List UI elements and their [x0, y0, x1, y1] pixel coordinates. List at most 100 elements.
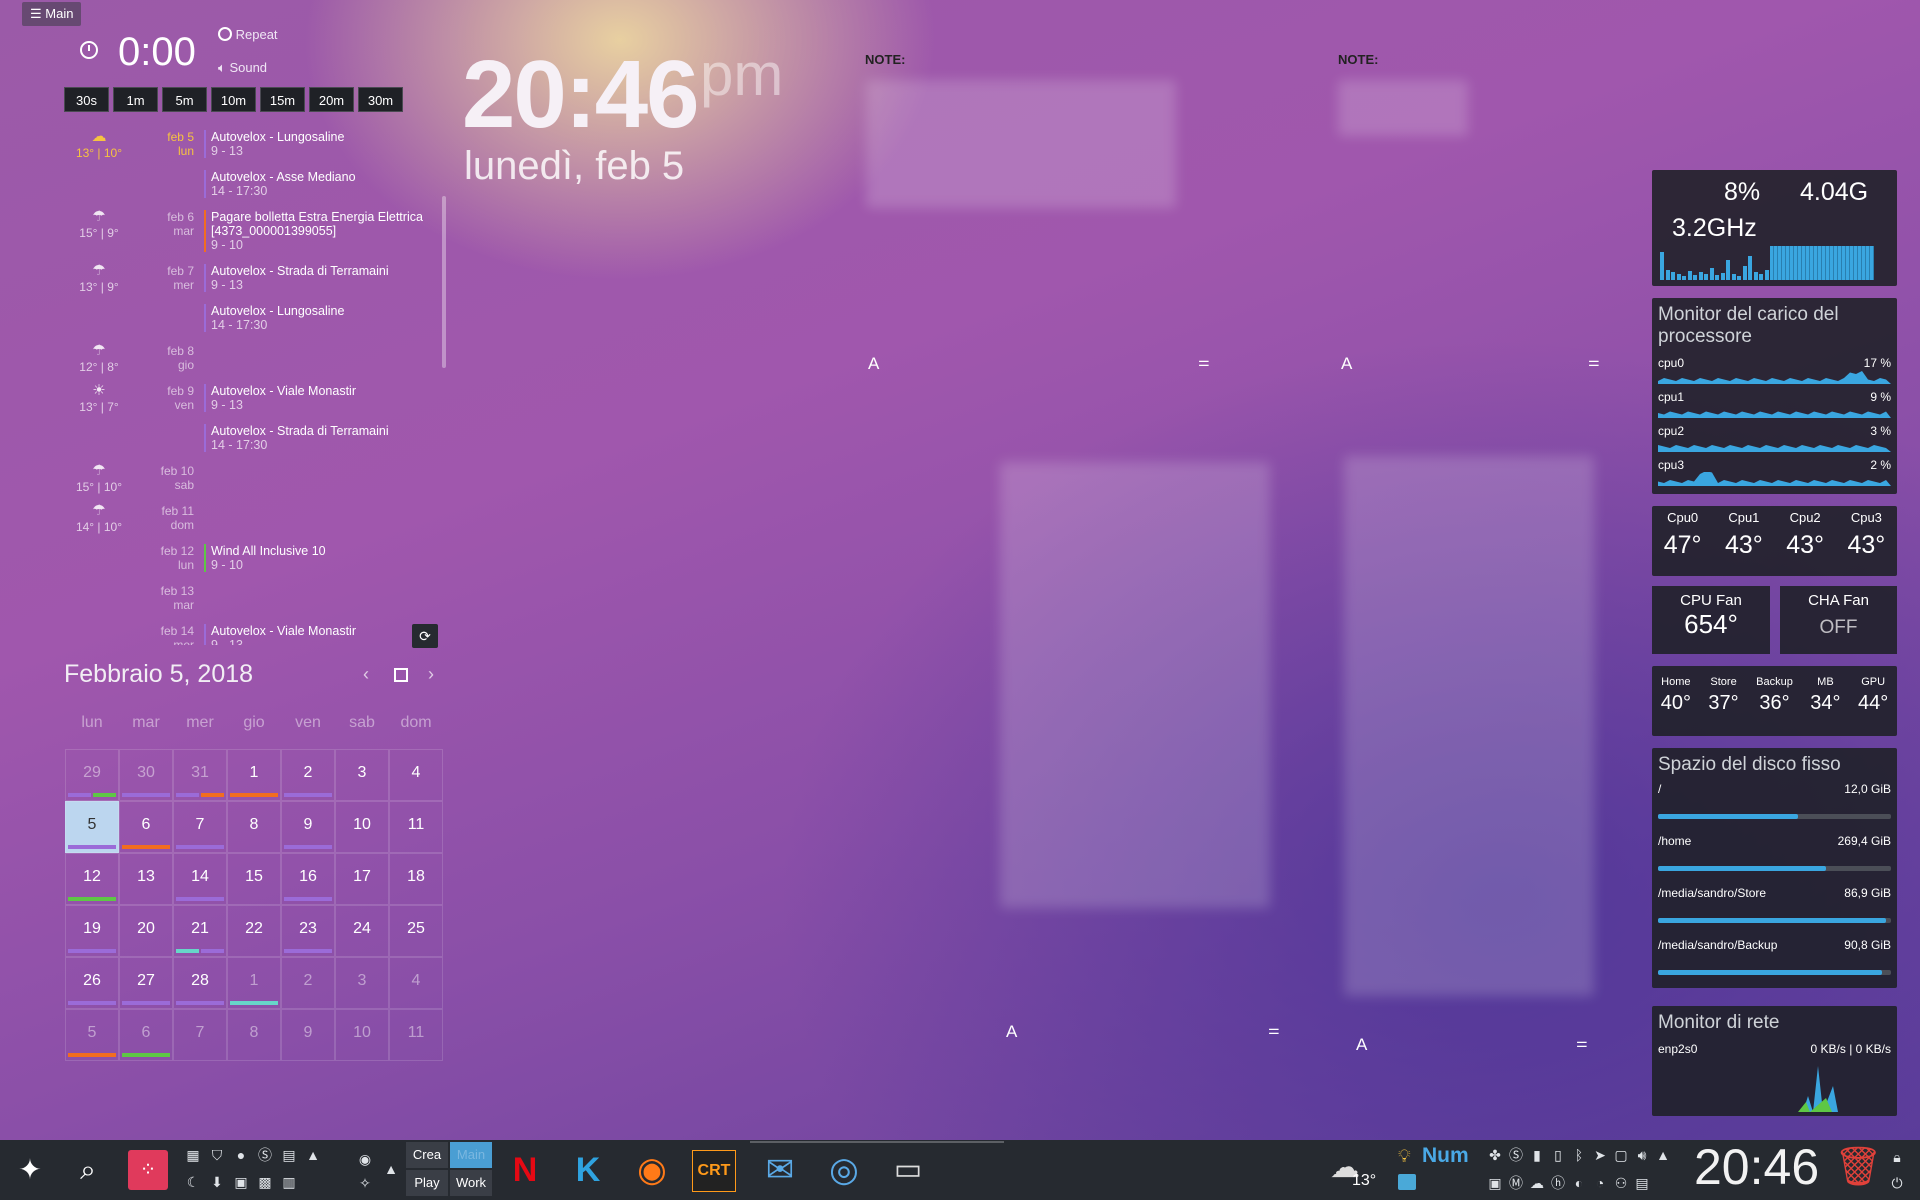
bluetooth-icon[interactable]: ᛒ [1570, 1146, 1588, 1164]
preset-5m[interactable]: 5m [162, 87, 207, 112]
expand-up-icon[interactable]: ▲ [304, 1146, 322, 1164]
trash-icon[interactable]: 🗑︎ [1834, 1146, 1882, 1188]
calendar-day[interactable]: 8 [227, 801, 281, 853]
netflix-icon[interactable]: N [503, 1148, 547, 1192]
main-menu-button[interactable]: ☰ Main [22, 2, 82, 26]
note-font-button-3[interactable]: A [1006, 1022, 1017, 1042]
lock-icon[interactable]: 🔒︎ [1888, 1148, 1906, 1166]
power-icon[interactable]: ⏻ [1888, 1174, 1906, 1192]
calendar-day[interactable]: 8 [227, 1009, 281, 1061]
calendar-day[interactable]: 11 [389, 801, 443, 853]
activity-main[interactable]: Main [450, 1142, 492, 1168]
document-icon[interactable]: ▤ [280, 1146, 298, 1164]
battery-icon[interactable]: ▯ [1549, 1146, 1567, 1164]
calendar-day[interactable]: 11 [389, 1009, 443, 1061]
calendar-day[interactable]: 23 [281, 905, 335, 957]
note-font-button-1[interactable]: A [868, 354, 879, 374]
preset-15m[interactable]: 15m [260, 87, 305, 112]
tray-expand-icon[interactable]: ▲ [1654, 1146, 1672, 1164]
agenda-scrollbar[interactable] [442, 196, 446, 368]
preset-10m[interactable]: 10m [211, 87, 256, 112]
calendar-day[interactable]: 1 [227, 749, 281, 801]
dropbox-icon[interactable]: ✤ [1486, 1146, 1504, 1164]
crt-app-icon[interactable]: CRT [692, 1150, 736, 1192]
taskbar-clock[interactable]: 20:46 [1694, 1138, 1819, 1196]
telegram-icon[interactable]: ➤ [1591, 1146, 1609, 1164]
calendar-day[interactable]: 2 [281, 749, 335, 801]
note-content-3[interactable] [1000, 462, 1270, 908]
calendar-day[interactable]: 7 [173, 801, 227, 853]
owl-icon[interactable]: ◉ [356, 1150, 374, 1168]
note-content-2[interactable] [1338, 80, 1468, 136]
calendar-day[interactable]: 5 [65, 801, 119, 853]
search-icon[interactable]: ⌕ [66, 1148, 110, 1192]
storage-tray-icon[interactable] [1398, 1174, 1416, 1190]
hdd-icon[interactable]: ▣ [1486, 1174, 1504, 1192]
note-content-1[interactable] [866, 80, 1176, 208]
calendar-day[interactable]: 9 [281, 1009, 335, 1061]
note-settings-icon-3[interactable]: ⚌ [1268, 1022, 1280, 1038]
calendar-day[interactable]: 4 [389, 957, 443, 1009]
calendar-day[interactable]: 12 [65, 853, 119, 905]
expand-up-icon-2[interactable]: ▲ [382, 1160, 400, 1178]
display-icon[interactable]: ▢ [1612, 1146, 1630, 1164]
calendar-day[interactable]: 21 [173, 905, 227, 957]
calendar-day[interactable]: 2 [281, 957, 335, 1009]
calendar-day[interactable]: 16 [281, 853, 335, 905]
repeat-option[interactable]: Repeat [218, 27, 278, 42]
calendar-day[interactable]: 31 [173, 749, 227, 801]
note-font-button-4[interactable]: A [1356, 1035, 1367, 1055]
calendar-day[interactable]: 10 [335, 1009, 389, 1061]
preset-30m[interactable]: 30m [358, 87, 403, 112]
note-settings-icon-2[interactable]: ⚌ [1588, 354, 1600, 370]
chromium-icon[interactable]: ◎ [822, 1148, 866, 1192]
event-title[interactable]: Pagare bolletta Estra Energia Elettrica … [211, 210, 441, 238]
preset-30s[interactable]: 30s [64, 87, 109, 112]
kanban-app-icon[interactable]: ⁘ [128, 1150, 168, 1190]
calendar-day[interactable]: 3 [335, 749, 389, 801]
wifi-icon[interactable]: ◔ [1591, 1174, 1609, 1192]
calendar-day[interactable]: 10 [335, 801, 389, 853]
event-title[interactable]: Wind All Inclusive 10 [211, 544, 441, 558]
calendar-day[interactable]: 27 [119, 957, 173, 1009]
activity-work[interactable]: Work [450, 1170, 492, 1196]
calendar-day[interactable]: 15 [227, 853, 281, 905]
skype-tray-icon[interactable]: Ⓢ [1507, 1146, 1525, 1164]
volume-icon[interactable]: 🔊︎ [1633, 1146, 1651, 1164]
moon-icon[interactable]: ☾ [184, 1173, 202, 1191]
chat-icon[interactable]: ● [232, 1146, 250, 1164]
calendar-day[interactable]: 14 [173, 853, 227, 905]
usb-icon[interactable]: ▮ [1528, 1146, 1546, 1164]
app-launcher-icon[interactable]: ✦ [8, 1148, 52, 1192]
agenda-list[interactable]: ☁ 13° | 10° feb 5 lun Autovelox - Lungosalin… [64, 130, 444, 645]
calendar-day[interactable]: 17 [335, 853, 389, 905]
calendar-day[interactable]: 18 [389, 853, 443, 905]
calendar-day[interactable]: 30 [119, 749, 173, 801]
event-title[interactable]: Autovelox - Asse Mediano [211, 170, 441, 184]
calendar-day[interactable]: 26 [65, 957, 119, 1009]
preset-1m[interactable]: 1m [113, 87, 158, 112]
preset-20m[interactable]: 20m [309, 87, 354, 112]
event-title[interactable]: Autovelox - Viale Monastir [211, 624, 441, 638]
clipboard-tray-icon[interactable]: ▤ [1633, 1174, 1651, 1192]
calendar-day[interactable]: 4 [389, 749, 443, 801]
event-title[interactable]: Autovelox - Strada di Terramaini [211, 424, 441, 438]
calendar-next-icon[interactable]: › [428, 664, 434, 685]
activity-crea[interactable]: Crea [406, 1142, 448, 1168]
note-settings-icon-1[interactable]: ⚌ [1198, 354, 1210, 370]
calendar-day[interactable]: 29 [65, 749, 119, 801]
cloud-icon[interactable]: ☁ [1528, 1174, 1546, 1192]
calendar-day[interactable]: 1 [227, 957, 281, 1009]
user-icon[interactable]: ⚇ [1612, 1174, 1630, 1192]
activity-play[interactable]: Play [406, 1170, 448, 1196]
vpn-icon[interactable]: ⛉ [208, 1146, 226, 1164]
calendar-day[interactable]: 24 [335, 905, 389, 957]
calendar-day[interactable]: 28 [173, 957, 227, 1009]
archive-manager-icon[interactable]: ▭ [886, 1148, 930, 1192]
calendar-day[interactable]: 3 [335, 957, 389, 1009]
event-title[interactable]: Autovelox - Strada di Terramaini [211, 264, 441, 278]
terminal-icon[interactable]: ▣ [232, 1173, 250, 1191]
refresh-icon[interactable]: ⟳ [412, 624, 438, 648]
hp-printer-icon[interactable]: ⓗ [1549, 1174, 1567, 1192]
lightbulb-icon[interactable]: 💡︎ [1398, 1146, 1411, 1167]
